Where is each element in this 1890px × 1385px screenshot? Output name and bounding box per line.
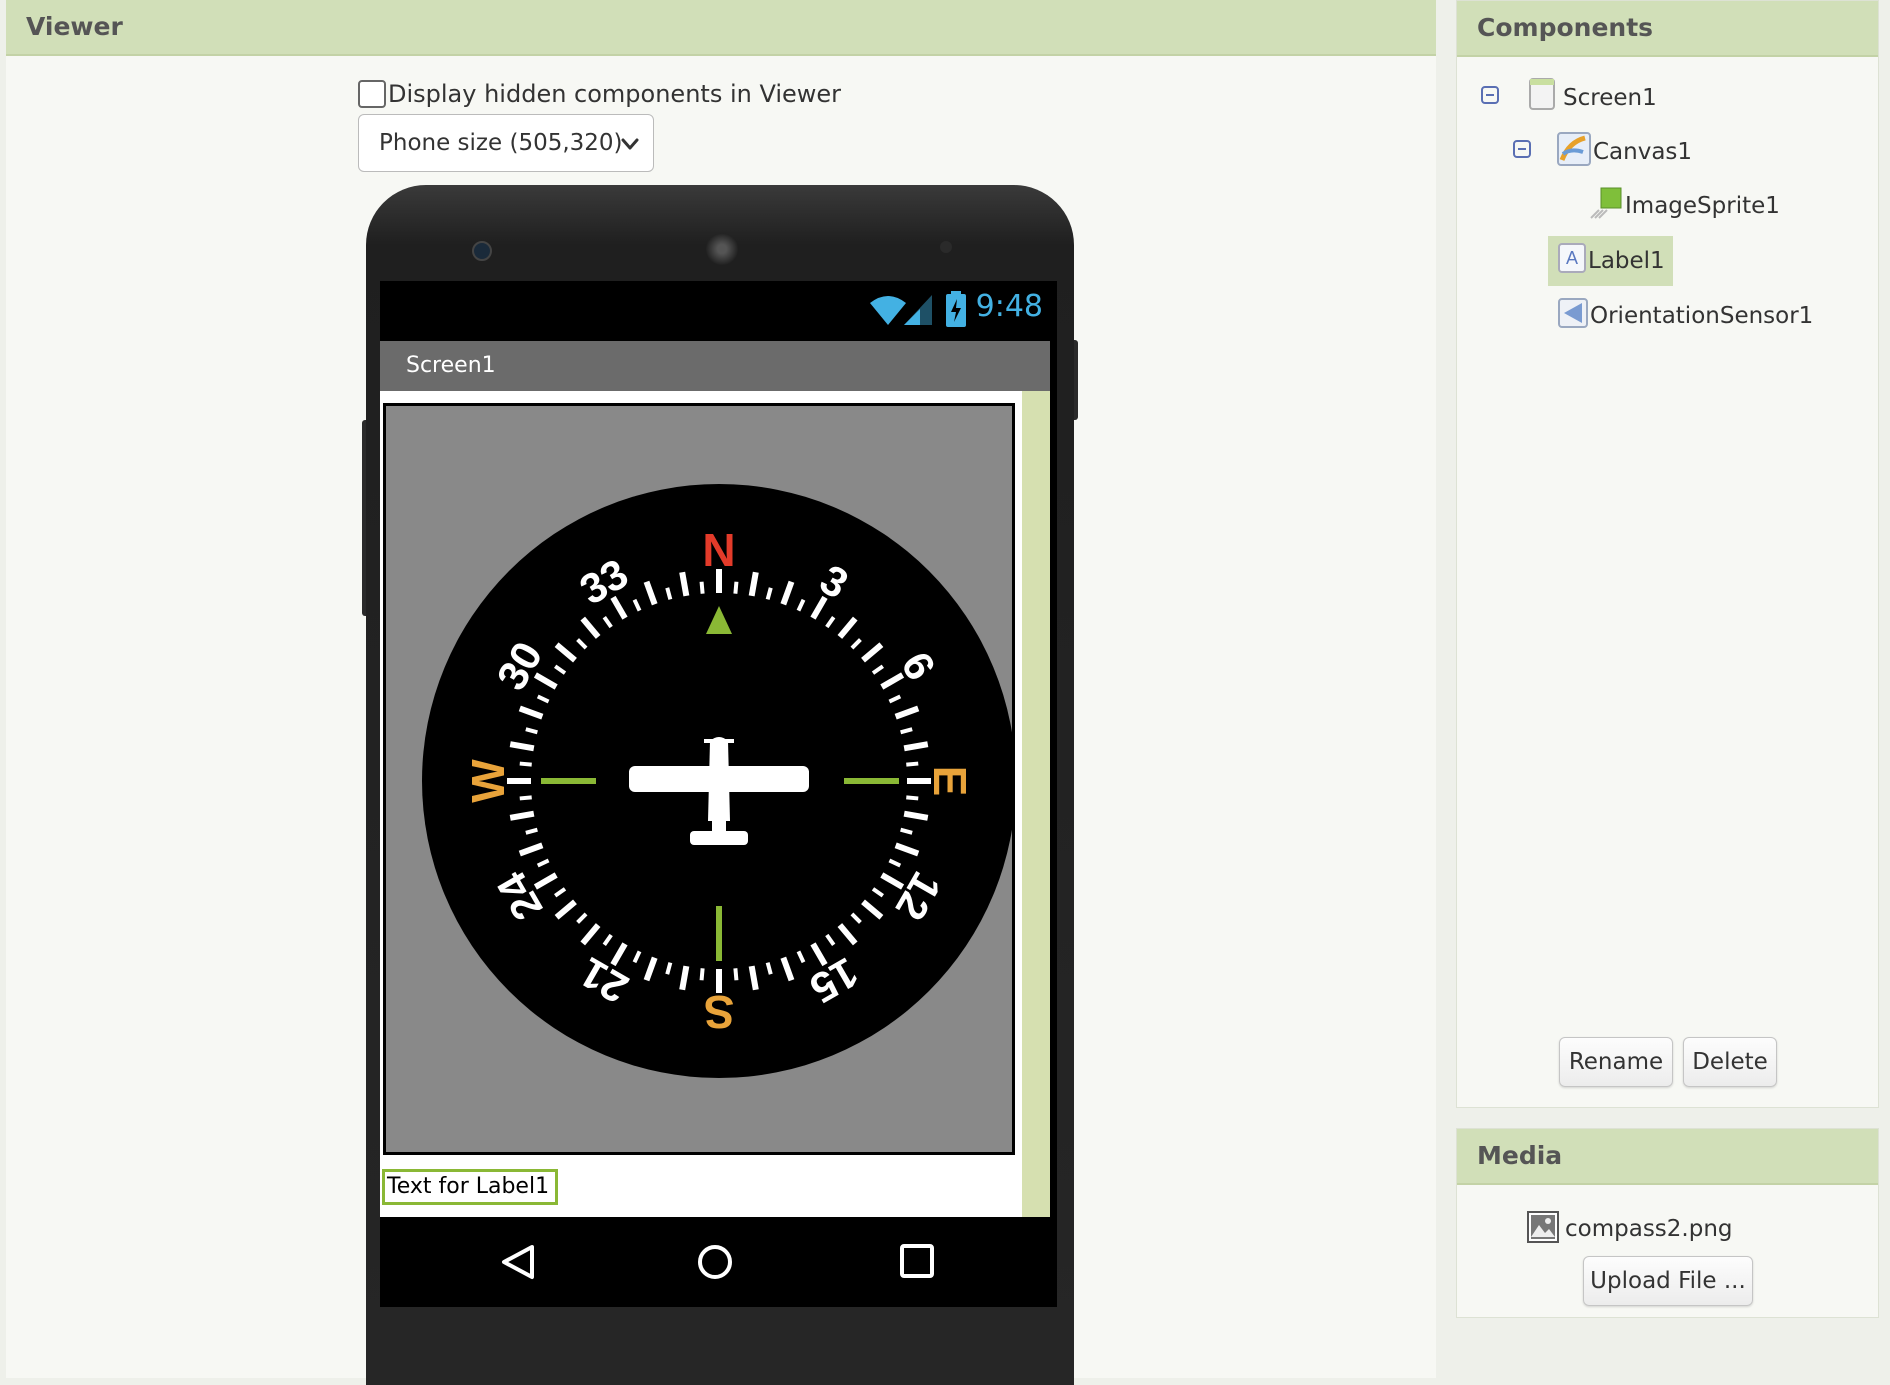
image-file-icon [1527,1211,1559,1243]
delete-button[interactable]: Delete [1683,1037,1777,1087]
screen-title-bar: Screen1 [380,341,1050,391]
phone-speaker [706,233,738,265]
label1[interactable]: Text for Label1 [382,1169,559,1205]
status-time: 9:48 [975,289,1043,324]
compass-tick [679,571,690,597]
tree-item-label: Label1 [1588,248,1665,274]
tree-item-canvas1[interactable]: Canvas1 [1557,131,1692,173]
upload-file-button[interactable]: Upload File ... [1583,1256,1753,1306]
compass-image-sprite[interactable]: N E S W 3 6 12 15 21 24 30 33 [386,406,1012,1152]
phone-size-select[interactable]: Phone size (505,320) [358,114,654,172]
compass-tick [699,581,705,594]
compass-tick [748,571,759,597]
components-panel: Components Screen1 Canvas1 ImageSprite1 … [1456,0,1879,1108]
compass-tick [906,795,919,801]
tree-item-label: ImageSprite1 [1625,193,1780,219]
components-title: Components [1457,1,1878,57]
chevron-down-icon [621,138,639,150]
status-bar: 9:48 [380,281,1057,337]
collapse-canvas1-toggle[interactable] [1513,140,1531,158]
viewer-title: Viewer [6,0,1436,56]
collapse-screen1-toggle[interactable] [1481,86,1499,104]
compass-tick [699,968,705,981]
tree-item-label: Canvas1 [1593,139,1693,165]
phone-camera [472,241,492,261]
tree-item-screen1[interactable]: Screen1 [1529,77,1657,119]
compass-west: W [462,759,514,803]
phone-sensor [940,241,952,253]
android-nav-bar [380,1217,1057,1307]
compass-tick [903,741,929,752]
phone-screen: 9:48 Screen1 N E S W 3 6 12 15 21 24 30 … [380,281,1057,1307]
compass-tick [509,810,535,821]
media-file-name: compass2.png [1565,1216,1733,1242]
signal-icon [904,295,932,325]
compass-tick [733,968,739,981]
home-icon[interactable] [696,1243,734,1281]
compass-south: S [704,986,735,1038]
marker-bottom [716,906,722,961]
compass-tick [903,810,929,821]
display-hidden-components-label: Display hidden components in Viewer [388,80,842,108]
compass-tick [679,965,690,991]
label-icon: A [1558,243,1586,273]
tree-item-label: Screen1 [1563,85,1657,111]
tree-item-label1[interactable]: A Label1 [1548,236,1673,286]
marker-left [541,778,596,784]
canvas1[interactable]: N E S W 3 6 12 15 21 24 30 33 [383,403,1015,1155]
compass-north: N [702,524,735,576]
compass-east: E [924,766,976,797]
display-hidden-components-checkbox[interactable]: Display hidden components in Viewer [358,80,841,108]
compass-tick [519,761,532,767]
media-panel: Media compass2.png Upload File ... [1456,1128,1879,1318]
battery-icon [946,291,966,327]
back-icon[interactable] [500,1243,536,1281]
checkbox-box[interactable] [358,80,386,108]
compass-tick [733,581,739,594]
image-sprite-icon [1590,187,1622,219]
marker-right [844,778,899,784]
app-content-area: N E S W 3 6 12 15 21 24 30 33 Text for L… [380,391,1050,1217]
recents-icon[interactable] [899,1243,935,1279]
tree-item-orientationsensor1[interactable]: OrientationSensor1 [1558,295,1813,337]
screen-icon [1529,78,1555,110]
compass-tick [748,965,759,991]
rename-button[interactable]: Rename [1559,1037,1673,1087]
canvas-icon [1557,132,1591,166]
tree-item-label: OrientationSensor1 [1590,303,1814,329]
tree-item-imagesprite1[interactable]: ImageSprite1 [1589,185,1780,227]
compass-tick [906,761,919,767]
media-title: Media [1457,1129,1878,1185]
compass-tick [519,795,532,801]
media-file-item[interactable]: compass2.png [1527,1209,1733,1249]
screen-scroll-area [1022,391,1050,1217]
wifi-icon [870,296,906,325]
compass-tick [509,741,535,752]
phone-size-value: Phone size (505,320) [379,130,623,156]
orientation-sensor-icon [1558,298,1588,328]
svg-text:A: A [1566,248,1578,268]
